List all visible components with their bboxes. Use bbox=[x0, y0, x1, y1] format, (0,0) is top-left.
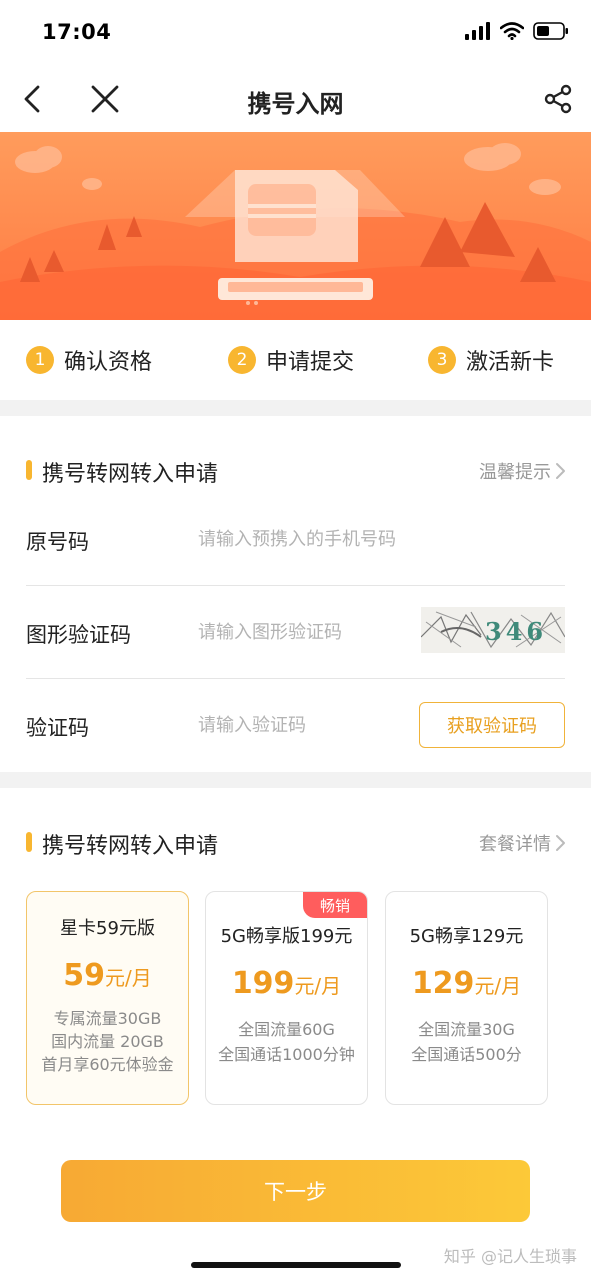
section-marker bbox=[26, 460, 32, 480]
section-divider bbox=[0, 772, 591, 788]
captcha-label: 图形验证码 bbox=[26, 623, 131, 647]
captcha-input[interactable] bbox=[198, 615, 438, 649]
plan-name: 星卡59元版 bbox=[60, 918, 155, 939]
step-label: 申请提交 bbox=[266, 350, 355, 375]
plan-price-value: 129 bbox=[411, 966, 475, 1001]
plan-feature: 全国流量60G bbox=[238, 1020, 335, 1039]
get-code-button[interactable]: 获取验证码 bbox=[419, 702, 565, 748]
plan-card-5g129[interactable]: 5G畅享129元 129元/月 全国流量30G 全国通话500分 bbox=[385, 891, 548, 1105]
nav-bar: 携号入网 bbox=[0, 66, 591, 132]
status-bar: 17:04 bbox=[0, 0, 591, 66]
section-title: 携号转网转入申请 bbox=[42, 462, 219, 487]
plan-feature: 专属流量30GB bbox=[53, 1009, 162, 1028]
plan-price: 129元/月 bbox=[386, 966, 547, 1001]
hot-badge: 畅销 bbox=[303, 892, 367, 918]
sms-code-row: 验证码 获取验证码 bbox=[26, 680, 565, 772]
battery-icon bbox=[533, 22, 568, 40]
plan-price: 59元/月 bbox=[27, 958, 188, 993]
plan-feature: 全国通话1000分钟 bbox=[218, 1045, 355, 1064]
sim-card-illustration bbox=[0, 143, 591, 320]
plan-feature: 全国通话500分 bbox=[411, 1045, 522, 1064]
step-activate: 3 激活新卡 bbox=[428, 344, 554, 376]
sms-code-label: 验证码 bbox=[26, 716, 89, 740]
status-time: 17:04 bbox=[42, 20, 112, 44]
plan-section-header: 携号转网转入申请 套餐详情 bbox=[0, 816, 591, 872]
step-label: 确认资格 bbox=[64, 350, 153, 375]
plan-price-value: 59 bbox=[63, 958, 105, 993]
step-submit: 2 申请提交 bbox=[228, 344, 354, 376]
share-icon[interactable] bbox=[541, 82, 575, 116]
status-icons bbox=[465, 22, 569, 40]
plan-features: 全国流量30G 全国通话500分 bbox=[386, 1017, 547, 1067]
captcha-row: 图形验证码 346 bbox=[26, 587, 565, 679]
plan-price-unit: 元/月 bbox=[294, 974, 342, 998]
section-divider bbox=[0, 400, 591, 416]
section-title: 携号转网转入申请 bbox=[42, 834, 219, 859]
captcha-text: 346 bbox=[485, 617, 547, 646]
plan-features: 全国流量60G 全国通话1000分钟 bbox=[206, 1017, 367, 1067]
plan-name: 5G畅享129元 bbox=[409, 926, 524, 947]
plan-feature: 国内流量 20GB bbox=[51, 1032, 164, 1051]
plan-price-unit: 元/月 bbox=[474, 974, 522, 998]
plan-price-value: 199 bbox=[231, 966, 295, 1001]
original-number-input[interactable] bbox=[198, 522, 438, 556]
signal-icon bbox=[465, 22, 490, 40]
plan-features: 专属流量30GB 国内流量 20GB 首月享60元体验金 bbox=[27, 1007, 188, 1076]
plan-details-link[interactable]: 套餐详情 bbox=[479, 830, 567, 856]
captcha-image[interactable]: 346 bbox=[421, 607, 565, 653]
plan-name: 5G畅享版199元 bbox=[220, 926, 353, 947]
plan-details-link-label: 套餐详情 bbox=[479, 834, 551, 855]
chevron-right-icon bbox=[556, 835, 565, 851]
step-number: 3 bbox=[428, 346, 456, 374]
step-number: 1 bbox=[26, 346, 54, 374]
original-number-label: 原号码 bbox=[26, 530, 89, 554]
form-section-header: 携号转网转入申请 温馨提示 bbox=[0, 444, 591, 500]
next-step-button[interactable]: 下一步 bbox=[61, 1160, 530, 1222]
section-marker bbox=[26, 832, 32, 852]
home-indicator bbox=[191, 1262, 401, 1268]
plan-price-unit: 元/月 bbox=[105, 966, 152, 990]
wifi-icon bbox=[500, 22, 524, 40]
watermark: 知乎 @记人生琐事 bbox=[443, 1247, 577, 1266]
tips-link[interactable]: 温馨提示 bbox=[479, 458, 567, 484]
progress-steps: 1 确认资格 2 申请提交 3 激活新卡 bbox=[0, 320, 591, 400]
banner-illustration bbox=[0, 132, 591, 320]
plan-feature: 首月享60元体验金 bbox=[41, 1055, 174, 1074]
page-title: 携号入网 bbox=[247, 90, 344, 118]
plan-price: 199元/月 bbox=[206, 966, 367, 1001]
step-label: 激活新卡 bbox=[466, 350, 555, 375]
chevron-right-icon bbox=[556, 463, 565, 479]
sms-code-input[interactable] bbox=[198, 708, 438, 742]
step-number: 2 bbox=[228, 346, 256, 374]
plan-feature: 全国流量30G bbox=[418, 1020, 515, 1039]
original-number-row: 原号码 bbox=[26, 494, 565, 586]
step-confirm: 1 确认资格 bbox=[26, 344, 152, 376]
plan-card-5g199[interactable]: 畅销 5G畅享版199元 199元/月 全国流量60G 全国通话1000分钟 bbox=[205, 891, 368, 1105]
plan-card-star59[interactable]: 星卡59元版 59元/月 专属流量30GB 国内流量 20GB 首月享60元体验… bbox=[26, 891, 189, 1105]
tips-link-label: 温馨提示 bbox=[479, 462, 551, 483]
